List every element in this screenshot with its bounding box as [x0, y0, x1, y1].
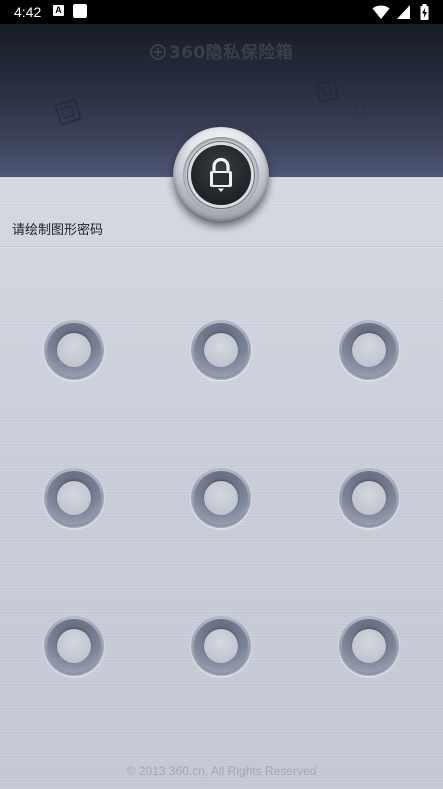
pattern-dot-4[interactable]	[44, 468, 104, 528]
battery-charging-icon	[420, 4, 429, 20]
pattern-dot-1[interactable]	[44, 320, 104, 380]
background-decoration-icon	[315, 79, 339, 103]
pattern-dot-3[interactable]	[339, 320, 399, 380]
divider	[0, 246, 443, 248]
wifi-icon	[372, 5, 390, 19]
pattern-hint: 请绘制图形密码	[12, 223, 104, 238]
app-title-text: 360隐私保险箱	[168, 43, 294, 63]
screen: 4:42 A 360隐私保险箱 请绘制图形密码 © 2013 360.cn, A…	[0, 0, 443, 789]
app-logo-plus-icon	[149, 44, 166, 60]
pattern-dot-2[interactable]	[191, 320, 251, 380]
copyright-footer: © 2013 360.cn, All Rights Reserved	[126, 764, 317, 778]
app-title: 360隐私保险箱	[0, 38, 443, 63]
status-time: 4:42	[14, 4, 42, 20]
cell-signal-icon	[396, 5, 410, 19]
pattern-dot-9[interactable]	[339, 616, 399, 676]
pattern-dot-8[interactable]	[191, 616, 251, 676]
status-icons	[372, 4, 429, 20]
notification-a-icon: A	[53, 5, 64, 16]
notification-square-icon	[73, 4, 87, 18]
pattern-dot-5[interactable]	[191, 468, 251, 528]
pattern-dot-7[interactable]	[44, 616, 104, 676]
lock-icon	[210, 157, 232, 192]
lock-button	[173, 127, 269, 223]
lock-ring	[183, 137, 259, 213]
pattern-dot-6[interactable]	[339, 468, 399, 528]
background-decoration-icon	[54, 98, 82, 126]
background-decoration-icon	[355, 104, 365, 114]
status-bar: 4:42 A	[0, 0, 443, 24]
lock-core	[191, 145, 251, 205]
